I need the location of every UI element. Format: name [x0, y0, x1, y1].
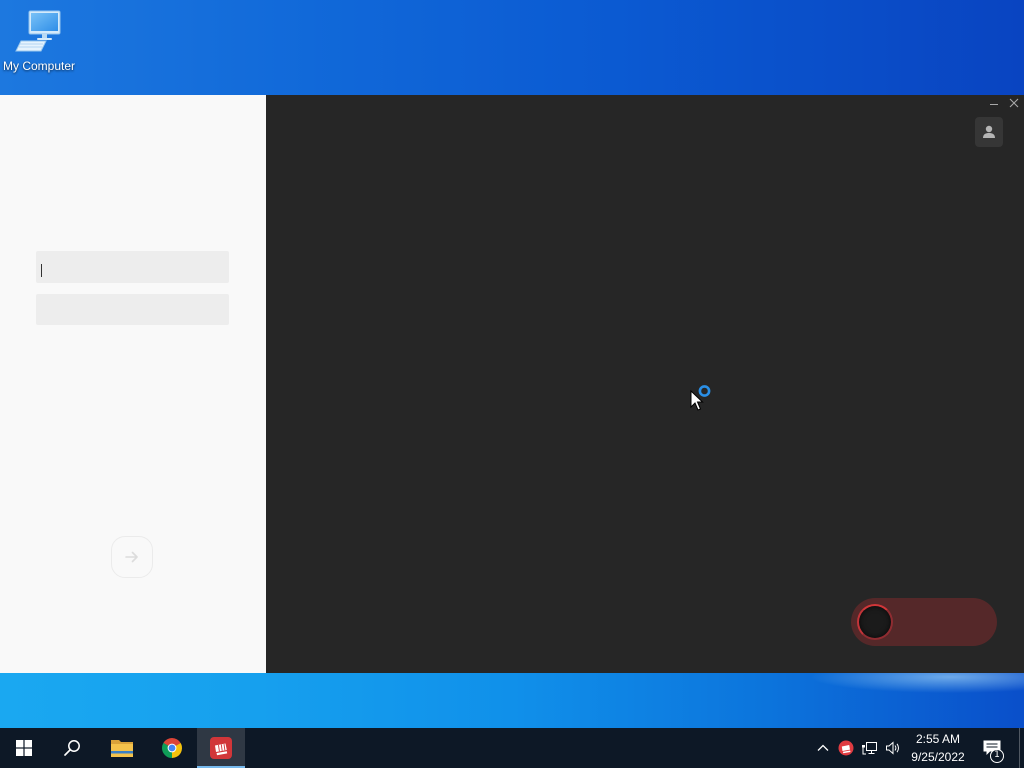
arrow-right-icon: [125, 551, 138, 563]
sign-in-button[interactable]: [111, 536, 153, 578]
close-icon: [1009, 98, 1019, 108]
clock-date: 9/25/2022: [911, 750, 965, 764]
riot-client-window: [0, 95, 1024, 673]
riot-client-tray-button[interactable]: [835, 728, 857, 768]
profile-button[interactable]: [975, 117, 1003, 147]
riot-client-tray-icon: [838, 740, 854, 756]
riot-client-icon: [210, 737, 232, 759]
content-panel: [266, 95, 1024, 673]
password-input[interactable]: [36, 294, 229, 325]
chrome-icon: [162, 738, 182, 758]
chrome-button[interactable]: [148, 728, 196, 768]
login-panel: [0, 95, 266, 673]
notification-count-badge: 1: [990, 749, 1004, 763]
text-caret: [41, 264, 42, 277]
file-explorer-button[interactable]: [98, 728, 146, 768]
show-hidden-icons-button[interactable]: [812, 728, 834, 768]
busy-cursor-icon: [690, 385, 711, 411]
show-desktop-button[interactable]: [1019, 728, 1024, 768]
desktop-wallpaper-bottom: [0, 673, 1024, 728]
username-input[interactable]: [36, 251, 229, 283]
volume-button[interactable]: [882, 728, 904, 768]
desktop-icon-my-computer[interactable]: My Computer: [0, 4, 78, 76]
windows-logo-icon: [16, 740, 32, 756]
toggle-pill[interactable]: [851, 598, 997, 646]
minimize-button[interactable]: [985, 96, 1003, 112]
computer-icon: [15, 10, 61, 52]
search-button[interactable]: [48, 728, 96, 768]
search-icon: [64, 740, 80, 756]
user-icon: [983, 125, 995, 138]
action-center-button[interactable]: 1: [972, 728, 1012, 768]
network-icon: [862, 742, 877, 755]
chevron-up-icon: [817, 744, 829, 751]
desktop-icon-label: My Computer: [2, 59, 76, 73]
file-explorer-icon: [111, 740, 133, 757]
clock-button[interactable]: 2:55 AM 9/25/2022: [906, 728, 970, 768]
desktop-wallpaper-top: [0, 0, 1024, 95]
start-button[interactable]: [0, 728, 48, 768]
toggle-knob: [857, 604, 893, 640]
close-button[interactable]: [1005, 96, 1023, 112]
riot-client-button[interactable]: [197, 728, 245, 768]
clock-time: 2:55 AM: [915, 732, 961, 746]
minimize-icon: [990, 104, 998, 105]
network-button[interactable]: [859, 728, 881, 768]
volume-icon: [886, 741, 899, 755]
taskbar: 2:55 AM 9/25/2022 1: [0, 728, 1024, 768]
